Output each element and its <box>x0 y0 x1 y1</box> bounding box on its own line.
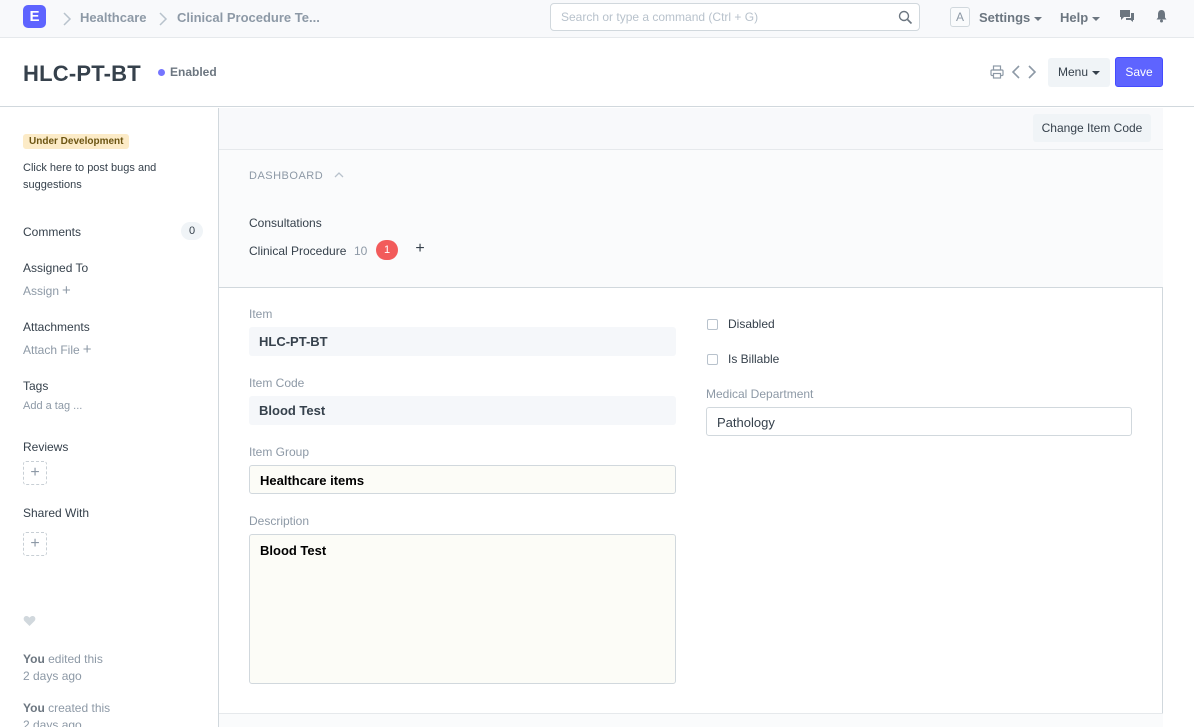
chevron-right-icon <box>159 12 168 26</box>
description-label: Description <box>249 514 310 528</box>
previous-record-icon[interactable] <box>1011 65 1021 79</box>
form-toolbar: Change Item Code <box>219 108 1163 150</box>
form-sidebar: Under Development Click here to post bug… <box>0 108 218 727</box>
add-tag-input[interactable]: Add a tag ... <box>23 400 82 412</box>
plus-icon: + <box>62 282 71 299</box>
dashboard-heading[interactable]: DASHBOARD <box>249 170 323 182</box>
timeline-actor: You <box>23 701 45 715</box>
item-code-field: Blood Test <box>249 396 676 425</box>
status-indicator-dot <box>158 69 165 76</box>
is-billable-checkbox[interactable] <box>707 354 718 365</box>
navbar: E Healthcare Clinical Procedure Te... A … <box>0 0 1194 38</box>
help-dropdown[interactable]: Help <box>1060 10 1101 25</box>
timeline-time: 2 days ago <box>23 718 82 727</box>
add-clinical-procedure-button[interactable]: + <box>409 238 431 260</box>
attach-file-label: Attach File <box>23 343 80 357</box>
caret-down-icon <box>1092 16 1101 21</box>
assign-label: Assign <box>23 284 60 298</box>
is-billable-checkbox-label[interactable]: Is Billable <box>728 352 779 366</box>
chevron-up-icon[interactable] <box>334 171 344 179</box>
timeline-action: edited this <box>48 652 103 666</box>
chat-icon[interactable] <box>1119 9 1135 24</box>
menu-button[interactable]: Menu <box>1048 58 1110 87</box>
timeline-actor: You <box>23 652 45 666</box>
attach-file-link[interactable]: Attach File + <box>23 341 91 358</box>
menu-button-label: Menu <box>1057 65 1089 79</box>
timeline-time: 2 days ago <box>23 669 82 683</box>
section-divider <box>219 713 1163 727</box>
breadcrumb-healthcare[interactable]: Healthcare <box>80 10 146 25</box>
item-group-label: Item Group <box>249 445 310 459</box>
settings-dropdown[interactable]: Settings <box>979 10 1043 25</box>
assign-link[interactable]: Assign + <box>23 282 71 299</box>
chevron-right-icon <box>63 12 72 26</box>
settings-label: Settings <box>979 10 1031 25</box>
heart-icon[interactable] <box>23 615 36 627</box>
page-head: HLC-PT-BT Enabled Menu Save <box>0 38 1194 107</box>
medical-department-label: Medical Department <box>706 387 814 401</box>
search-bar[interactable] <box>550 3 920 31</box>
timeline-entry: You created this 2 days ago <box>23 700 110 727</box>
dashboard-section: DASHBOARD Consultations Clinical Procedu… <box>219 150 1163 288</box>
user-avatar[interactable]: A <box>950 7 970 27</box>
description-textarea[interactable]: Blood Test <box>249 534 676 684</box>
app-logo[interactable]: E <box>23 5 46 28</box>
caret-down-icon <box>1034 16 1043 21</box>
medical-department-field[interactable]: Pathology <box>706 407 1132 436</box>
item-code-label: Item Code <box>249 376 305 390</box>
disabled-checkbox-label[interactable]: Disabled <box>728 317 775 331</box>
report-bugs-link[interactable]: Click here to post bugs and suggestions <box>23 160 173 194</box>
item-field: HLC-PT-BT <box>249 327 676 356</box>
plus-icon: + <box>82 341 92 358</box>
tags-label: Tags <box>23 379 49 393</box>
breadcrumb-clinical-procedure[interactable]: Clinical Procedure Te... <box>177 10 320 25</box>
next-record-icon[interactable] <box>1027 65 1037 79</box>
reviews-label: Reviews <box>23 440 69 454</box>
shared-with-label: Shared With <box>23 506 90 520</box>
assigned-to-label: Assigned To <box>23 261 89 275</box>
notification-badge[interactable]: 1 <box>376 240 398 260</box>
comments-count-badge: 0 <box>181 222 203 240</box>
attachments-label: Attachments <box>23 320 90 334</box>
under-development-badge: Under Development <box>23 134 130 149</box>
bell-icon[interactable] <box>1155 9 1168 23</box>
clinical-procedure-link[interactable]: Clinical Procedure <box>249 244 346 258</box>
page-title: HLC-PT-BT <box>23 61 141 86</box>
form-fields: Item HLC-PT-BT Item Code Blood Test Item… <box>219 288 1163 727</box>
add-review-button[interactable]: + <box>23 461 47 485</box>
clinical-procedure-count: 10 <box>354 244 368 258</box>
consultations-heading: Consultations <box>249 216 322 230</box>
form-main: Change Item Code DASHBOARD Consultations… <box>218 108 1163 727</box>
help-label: Help <box>1060 10 1089 25</box>
comments-label[interactable]: Comments <box>23 225 81 239</box>
item-label: Item <box>249 307 273 321</box>
search-input[interactable] <box>561 10 891 24</box>
disabled-checkbox[interactable] <box>707 319 718 330</box>
search-icon[interactable] <box>898 10 913 25</box>
status-badge: Enabled <box>170 65 217 79</box>
print-icon[interactable] <box>990 65 1004 79</box>
caret-down-icon <box>1092 70 1101 75</box>
timeline-entry: You edited this 2 days ago <box>23 651 103 685</box>
timeline-action: created this <box>48 701 111 715</box>
change-item-code-button[interactable]: Change Item Code <box>1033 114 1151 142</box>
item-group-field[interactable]: Healthcare items <box>249 465 676 494</box>
save-button[interactable]: Save <box>1115 57 1163 87</box>
add-share-button[interactable]: + <box>23 532 47 556</box>
